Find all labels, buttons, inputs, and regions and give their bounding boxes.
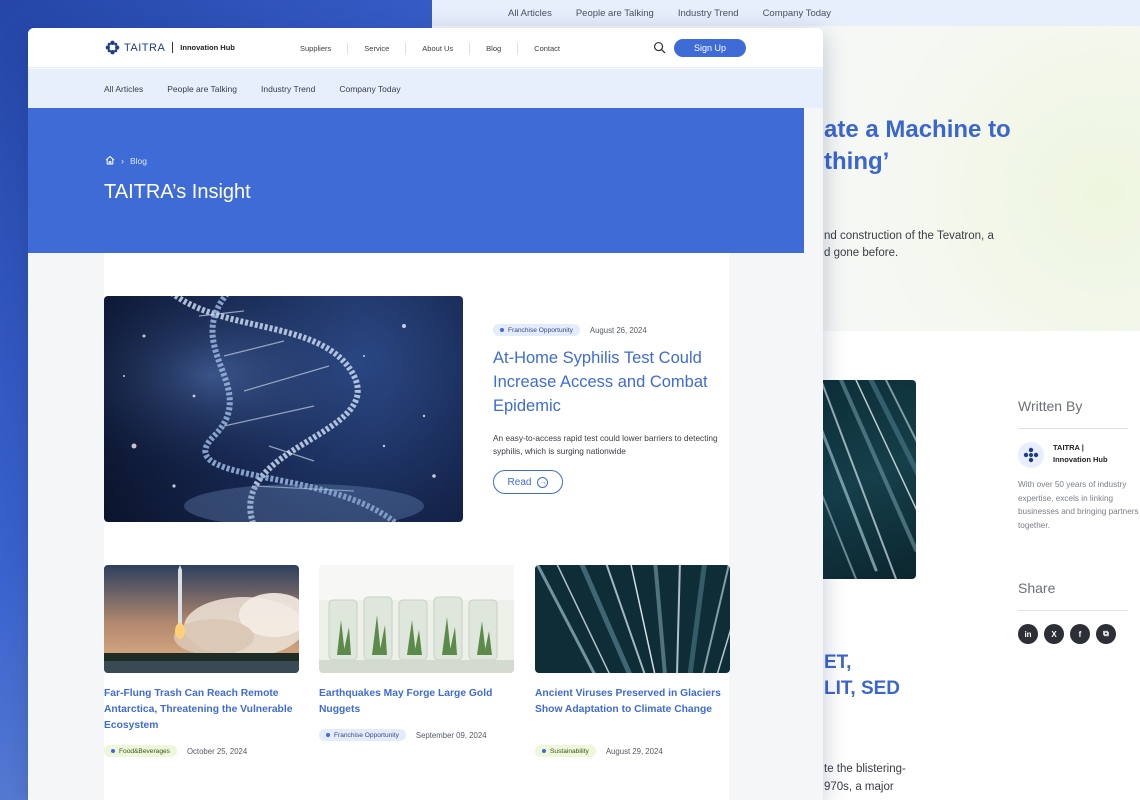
nav-item-blog[interactable]: Blog [470, 44, 517, 53]
article-card-image[interactable] [104, 565, 299, 673]
article-date: October 25, 2024 [186, 746, 248, 756]
article-card-title[interactable]: Ancient Viruses Preserved in Glaciers Sh… [535, 686, 730, 718]
category-tag[interactable]: Franchise Opportunity [493, 324, 580, 336]
taitra-logo-icon [105, 40, 120, 55]
chevron-right-icon: › [121, 156, 124, 166]
logo[interactable]: TAITRA Innovation Hub [105, 40, 235, 55]
home-icon[interactable] [105, 152, 115, 170]
tag-dot [326, 733, 330, 737]
featured-article-meta: Franchise Opportunity August 26, 2024 [493, 324, 647, 336]
featured-article-description: An easy-to-access rapid test could lower… [493, 433, 718, 456]
written-by-section: Written By [1018, 398, 1128, 429]
bg-subnav-item-company[interactable]: Company Today [763, 8, 831, 19]
author-description: With over 50 years of industry expertise… [1018, 480, 1139, 531]
nav-item-contact[interactable]: Contact [518, 44, 576, 53]
background-subnav: All Articles People are Talking Industry… [432, 0, 1140, 26]
written-by-heading: Written By [1018, 398, 1083, 414]
share-section: Share [1018, 580, 1128, 611]
tag-dot [500, 328, 504, 332]
subnav-item-people-are-talking[interactable]: People are Talking [167, 84, 237, 94]
background-article-image [816, 380, 916, 579]
category-tag-label: Sustainability [550, 747, 589, 755]
logo-text: TAITRA [124, 41, 166, 54]
article-card-image[interactable] [535, 565, 730, 673]
subnav-item-industry-trend[interactable]: Industry Trend [261, 84, 315, 94]
linkedin-icon[interactable]: in [1018, 624, 1038, 644]
category-tag-label: Franchise Opportunity [334, 731, 399, 739]
background-article-desc: nd construction of the Tevatron, a d gon… [824, 230, 994, 259]
author-card: TAITRA | Innovation Hub [1018, 442, 1108, 468]
featured-article-title[interactable]: At-Home Syphilis Test Could Increase Acc… [493, 346, 723, 418]
top-navigation-bar: TAITRA Innovation Hub Suppliers Service … [28, 28, 823, 68]
bg-subnav-item-all-articles[interactable]: All Articles [508, 8, 552, 19]
background-body-text: te the blistering- 970s, a major [824, 763, 906, 793]
share-heading: Share [1018, 580, 1056, 596]
article-card[interactable]: Ancient Viruses Preserved in Glaciers Sh… [535, 565, 730, 757]
article-card-meta: Franchise Opportunity September 09, 2024 [319, 729, 487, 741]
sign-up-button[interactable]: Sign Up [674, 39, 746, 57]
blog-category-nav: All Articles People are Talking Industry… [28, 69, 823, 108]
bg-subnav-item-industry[interactable]: Industry Trend [678, 8, 739, 19]
logo-divider [172, 42, 174, 53]
arrow-right-icon: → [537, 476, 549, 488]
subnav-item-company-today[interactable]: Company Today [339, 84, 400, 94]
background-section-heading: ET, LIT, SED [824, 652, 901, 699]
divider [1018, 428, 1128, 429]
article-card-title[interactable]: Earthquakes May Forge Large Gold Nuggets [319, 686, 514, 718]
category-tag[interactable]: Sustainability [535, 745, 596, 757]
share-icons: in X f ⧉ [1018, 624, 1116, 644]
article-card-meta: Food&Beverages October 25, 2024 [104, 745, 247, 757]
page-hero: › Blog TAITRA’s Insight [28, 108, 804, 253]
subnav-item-all-articles[interactable]: All Articles [104, 84, 143, 94]
read-button-label: Read [507, 476, 532, 488]
search-icon[interactable] [653, 41, 666, 59]
breadcrumb: › Blog [105, 152, 147, 170]
article-date: September 09, 2024 [415, 730, 487, 740]
main-nav: Suppliers Service About Us Blog Contact [284, 28, 576, 68]
article-card-title[interactable]: Far-Flung Trash Can Reach Remote Antarct… [104, 686, 299, 734]
article-card[interactable]: Far-Flung Trash Can Reach Remote Antarct… [104, 565, 299, 757]
tag-dot [542, 749, 546, 753]
featured-article-image[interactable] [104, 296, 463, 522]
article-date: August 29, 2024 [605, 746, 663, 756]
breadcrumb-current[interactable]: Blog [130, 156, 147, 166]
facebook-icon[interactable]: f [1070, 624, 1090, 644]
blog-window: TAITRA Innovation Hub Suppliers Service … [28, 28, 823, 800]
category-tag[interactable]: Food&Beverages [104, 745, 177, 757]
bg-subnav-item-people[interactable]: People are Talking [576, 8, 654, 19]
read-button[interactable]: Read → [493, 470, 563, 494]
copy-link-icon[interactable]: ⧉ [1096, 624, 1116, 644]
x-icon[interactable]: X [1044, 624, 1064, 644]
nav-item-about-us[interactable]: About Us [406, 44, 469, 53]
category-tag-label: Franchise Opportunity [508, 326, 573, 334]
author-name: TAITRA | Innovation Hub [1053, 443, 1108, 464]
nav-item-service[interactable]: Service [348, 44, 405, 53]
page-title: TAITRA’s Insight [104, 181, 251, 203]
nav-item-suppliers[interactable]: Suppliers [284, 44, 347, 53]
category-tag-label: Food&Beverages [119, 747, 170, 755]
taitra-logo-icon [1018, 442, 1044, 468]
tag-dot [111, 749, 115, 753]
category-tag[interactable]: Franchise Opportunity [319, 729, 406, 741]
article-date: August 26, 2024 [589, 325, 647, 335]
article-card-image[interactable] [319, 565, 514, 673]
divider [1018, 610, 1128, 611]
article-card[interactable]: Earthquakes May Forge Large Gold Nuggets… [319, 565, 514, 741]
articles-panel: Franchise Opportunity August 26, 2024 At… [104, 253, 730, 800]
article-card-meta: Sustainability August 29, 2024 [535, 745, 663, 757]
logo-subtitle: Innovation Hub [180, 43, 235, 52]
background-article-title: ate a Machine to thing’ [824, 116, 1011, 175]
